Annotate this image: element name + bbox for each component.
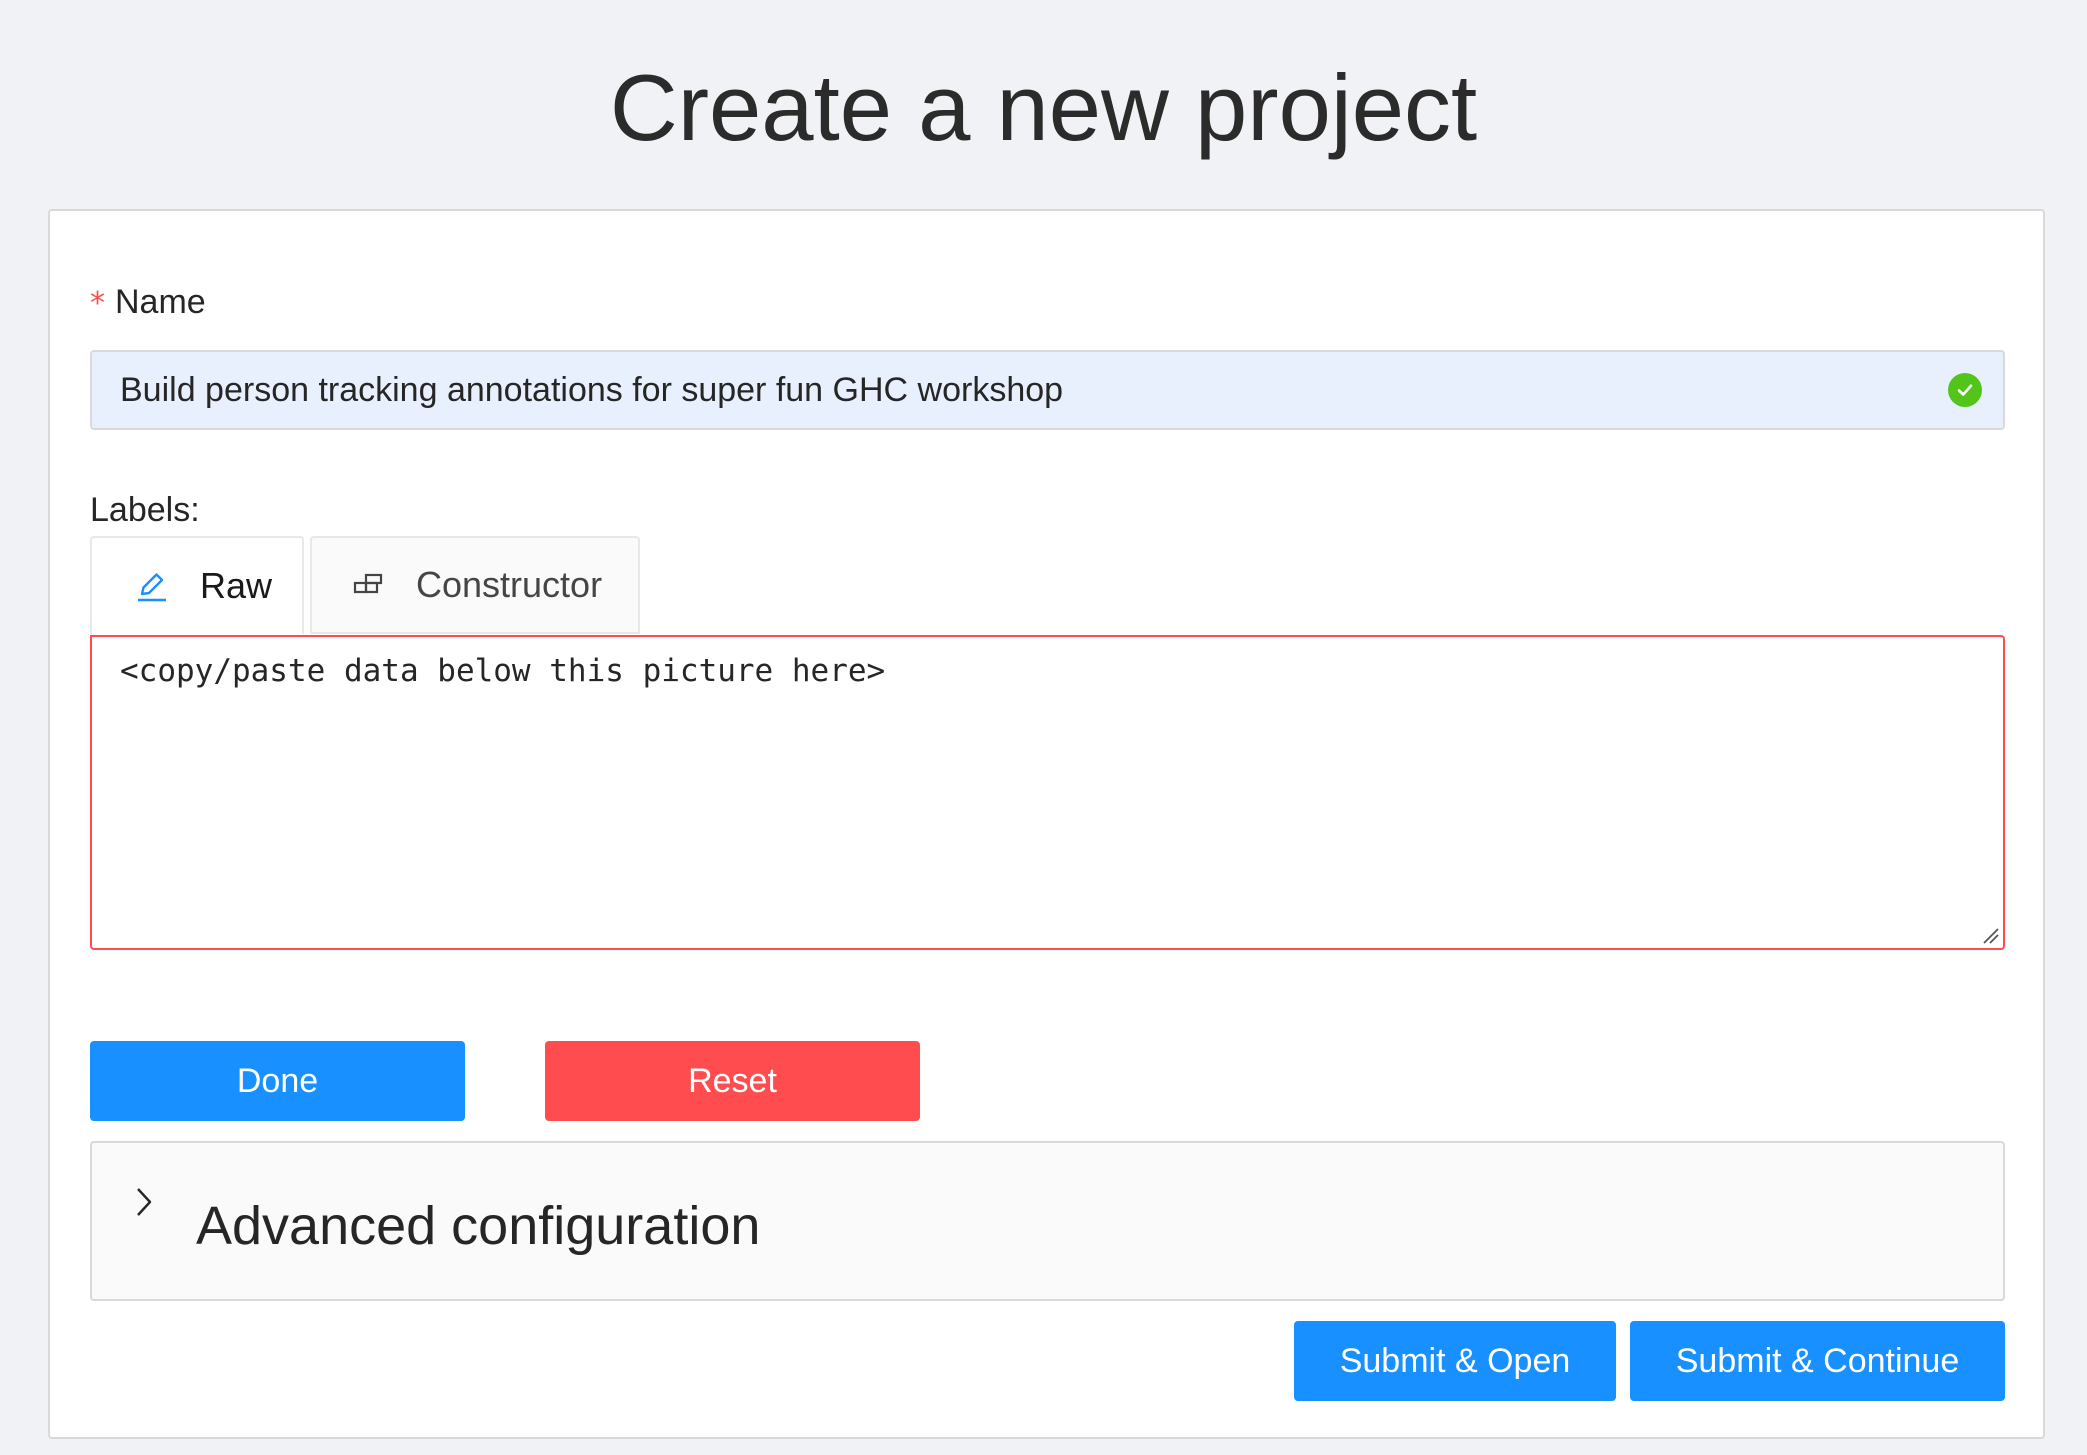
reset-button[interactable]: Reset — [545, 1041, 920, 1121]
name-label-text: Name — [115, 283, 206, 321]
page-title: Create a new project — [609, 55, 1478, 160]
advanced-configuration-panel[interactable]: Advanced configuration — [90, 1141, 2005, 1301]
tab-raw[interactable]: Raw — [90, 536, 304, 634]
required-marker: * — [90, 286, 105, 321]
create-project-form: * Name Labels: Raw Constructor <copy/past… — [48, 209, 2045, 1439]
name-field-label: * Name — [90, 283, 206, 322]
chevron-right-icon — [134, 1185, 154, 1224]
labels-field-label: Labels: — [90, 491, 200, 529]
check-circle-icon — [1948, 373, 1982, 407]
submit-and-open-button[interactable]: Submit & Open — [1294, 1321, 1616, 1401]
tab-constructor[interactable]: Constructor — [310, 536, 640, 634]
labels-raw-textarea[interactable]: <copy/paste data below this picture here… — [90, 635, 2005, 950]
edit-icon — [134, 568, 170, 604]
done-button[interactable]: Done — [90, 1041, 465, 1121]
project-name-input[interactable] — [90, 350, 2005, 430]
tab-constructor-label: Constructor — [416, 564, 603, 605]
build-icon — [350, 567, 386, 603]
tab-raw-label: Raw — [200, 565, 273, 606]
advanced-configuration-title: Advanced configuration — [196, 1196, 761, 1256]
submit-and-continue-button[interactable]: Submit & Continue — [1630, 1321, 2005, 1401]
resize-handle-icon[interactable] — [1980, 925, 2000, 945]
